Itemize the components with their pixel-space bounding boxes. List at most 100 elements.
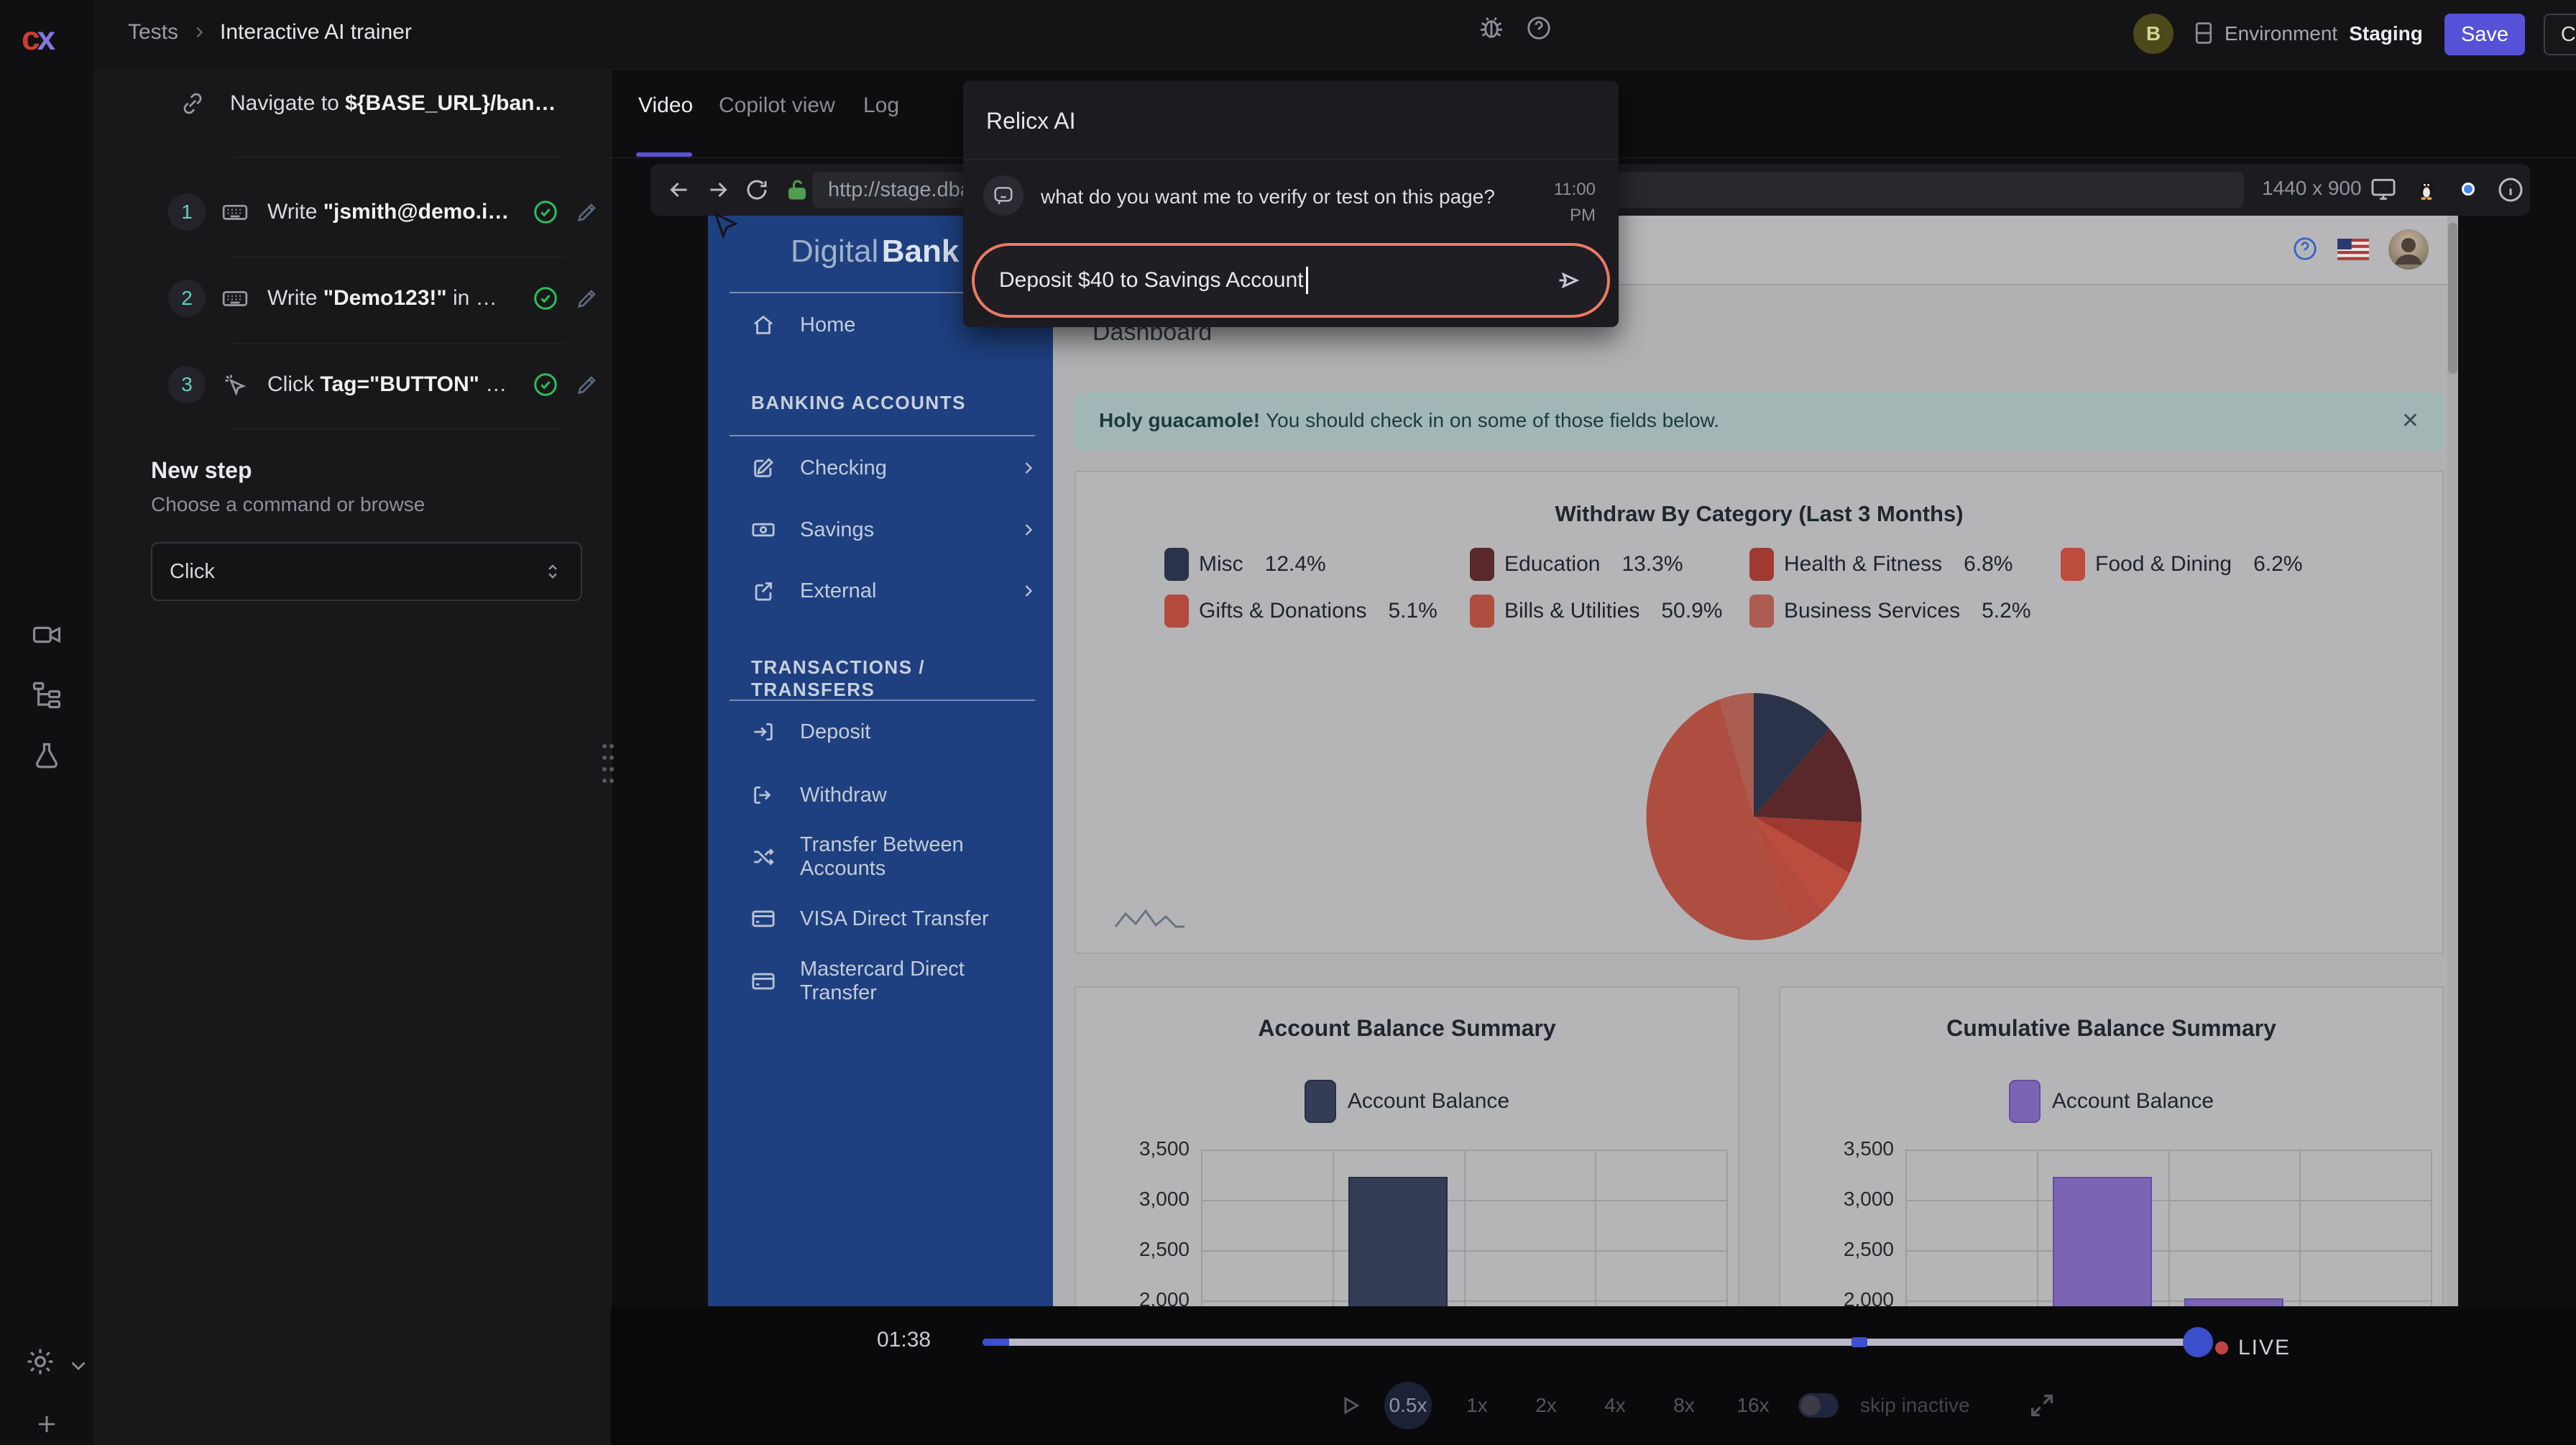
alert-text: You should check in on some of those fie…	[1266, 409, 1719, 432]
relicx-test-trainer-app: cx Tests Interactive AI trainer	[0, 0, 2576, 1445]
chevron-down-icon[interactable]	[66, 1353, 91, 1377]
step-row-3[interactable]: 3 Click Tag="BUTTON" …	[168, 366, 599, 403]
bank-nav-withdraw[interactable]: Withdraw	[751, 776, 1039, 814]
workflow-icon[interactable]	[32, 680, 62, 710]
divider	[730, 435, 1035, 436]
environment-value: Staging	[2349, 22, 2423, 45]
fullscreen-icon[interactable]	[2028, 1391, 2056, 1420]
speed-4x[interactable]: 4x	[1591, 1382, 1639, 1429]
sparkline-icon	[1114, 895, 1186, 932]
bank-nav-external[interactable]: External	[751, 572, 1039, 610]
edit-step-icon[interactable]	[575, 372, 599, 397]
breadcrumb-chevron-icon	[191, 24, 207, 40]
chat-bubble-icon	[983, 175, 1024, 216]
divider	[234, 428, 564, 429]
reload-icon[interactable]	[744, 177, 770, 203]
tab-log[interactable]: Log	[863, 93, 899, 118]
flask-icon[interactable]	[32, 740, 62, 771]
speed-2x[interactable]: 2x	[1522, 1382, 1570, 1429]
user-avatar[interactable]: B	[2133, 14, 2174, 54]
link-icon	[180, 91, 206, 116]
step-navigate[interactable]: Navigate to ${BASE_URL}/ban…	[180, 91, 582, 116]
playback-controls: 0.5x 1x 2x 4x 8x 16x skip inactive	[1337, 1382, 2056, 1429]
speed-16x[interactable]: 16x	[1729, 1382, 1777, 1429]
bank-nav-visa[interactable]: VISA Direct Transfer	[751, 900, 1039, 937]
skip-inactive-label: skip inactive	[1860, 1394, 1970, 1417]
speed-1x[interactable]: 1x	[1453, 1382, 1501, 1429]
bank-nav-mastercard[interactable]: Mastercard Direct Transfer	[751, 963, 1039, 1000]
edit-step-icon[interactable]	[575, 200, 599, 224]
skip-inactive-toggle[interactable]	[1798, 1393, 1839, 1418]
legend-swatch	[1305, 1080, 1336, 1123]
external-link-icon	[751, 579, 776, 603]
bank-nav-transfer[interactable]: Transfer Between Accounts	[751, 838, 1039, 876]
home-icon	[751, 313, 776, 337]
bank-nav-deposit[interactable]: Deposit	[751, 713, 1039, 751]
play-icon[interactable]	[1337, 1393, 1363, 1418]
url-text: http://stage.dba	[828, 178, 972, 202]
dialog-title: Relicx AI	[986, 108, 1075, 134]
video-player-bar: 01:38 LIVE 0.5x 1x 2x 4x 8x 16x skip ina…	[611, 1306, 2576, 1445]
progress-track[interactable]	[983, 1339, 2198, 1346]
help-icon[interactable]	[1525, 14, 1552, 42]
bank-logo: Digital Bank	[791, 234, 959, 270]
text-caret	[1306, 267, 1308, 294]
step-row-1[interactable]: 1 Write "jsmith@demo.i…	[168, 193, 599, 231]
back-icon[interactable]	[666, 177, 692, 203]
credit-card-icon	[751, 907, 776, 931]
add-icon[interactable]	[33, 1410, 60, 1438]
keyboard-icon	[221, 285, 249, 312]
assistant-message: what do you want me to verify or test on…	[1041, 185, 1495, 208]
banknote-icon	[751, 518, 776, 542]
lock-open-icon	[784, 177, 810, 203]
alert-banner: Holy guacamole! You should check in on s…	[1075, 392, 2444, 449]
recorded-cursor-icon	[710, 210, 743, 243]
bank-scrollbar[interactable]	[2447, 216, 2458, 1306]
progress-knob[interactable]	[2183, 1327, 2213, 1357]
monitor-icon	[2370, 175, 2397, 203]
save-button[interactable]: Save	[2444, 14, 2525, 55]
sign-in-icon	[751, 720, 776, 744]
credit-card-icon	[751, 969, 776, 994]
live-dot-icon	[2215, 1341, 2228, 1354]
alert-close-icon[interactable]: ✕	[2401, 408, 2419, 434]
progress-marker[interactable]	[1852, 1337, 1867, 1347]
environment-icon	[2191, 20, 2217, 46]
divider	[730, 699, 1035, 701]
steps-panel: Navigate to ${BASE_URL}/ban… 1 Write "js…	[93, 69, 612, 1445]
assistant-input-value: Deposit $40 to Savings Account	[999, 268, 1304, 293]
forward-icon[interactable]	[705, 177, 731, 203]
speed-8x[interactable]: 8x	[1660, 1382, 1708, 1429]
assistant-input[interactable]: Deposit $40 to Savings Account	[972, 243, 1610, 318]
bank-nav-savings[interactable]: Savings	[751, 511, 1039, 549]
cancel-button[interactable]: Cancel	[2544, 14, 2576, 55]
step-success-icon	[532, 198, 559, 226]
settings-gear-icon[interactable]	[24, 1346, 56, 1377]
edit-step-icon[interactable]	[575, 286, 599, 311]
app-logo[interactable]: cx	[22, 19, 55, 58]
bank-nav-checking[interactable]: Checking	[751, 449, 1039, 487]
step-success-icon	[532, 285, 559, 312]
bank-help-icon[interactable]	[2291, 235, 2319, 262]
bug-icon[interactable]	[1477, 13, 1506, 42]
tab-video[interactable]: Video	[638, 93, 693, 118]
step-navigate-label: Navigate to ${BASE_URL}/ban…	[230, 91, 556, 116]
environment-selector[interactable]: Environment Staging	[2225, 22, 2423, 45]
recordings-icon[interactable]	[32, 620, 62, 650]
breadcrumb-tests[interactable]: Tests	[128, 20, 178, 45]
send-icon[interactable]	[1554, 266, 1583, 295]
chart-legend: Account Balance	[1780, 1080, 2442, 1123]
progress-head-segment	[983, 1339, 1009, 1346]
panel-resize-handle[interactable]	[601, 740, 615, 788]
speed-0.5x[interactable]: 0.5x	[1384, 1382, 1432, 1429]
bank-scrollbar-thumb[interactable]	[2448, 223, 2457, 374]
step-row-2[interactable]: 2 Write "Demo123!" in …	[168, 280, 599, 317]
bank-user-avatar[interactable]	[2388, 229, 2429, 270]
language-flag-icon[interactable]	[2337, 239, 2369, 260]
command-select[interactable]: Click	[151, 542, 582, 601]
legend-label: Account Balance	[1348, 1089, 1509, 1114]
info-icon[interactable]	[2496, 175, 2525, 204]
viewport-size: 1440 x 900	[2262, 177, 2362, 200]
pie-chart	[1076, 472, 2445, 953]
tab-copilot-view[interactable]: Copilot view	[719, 93, 835, 118]
